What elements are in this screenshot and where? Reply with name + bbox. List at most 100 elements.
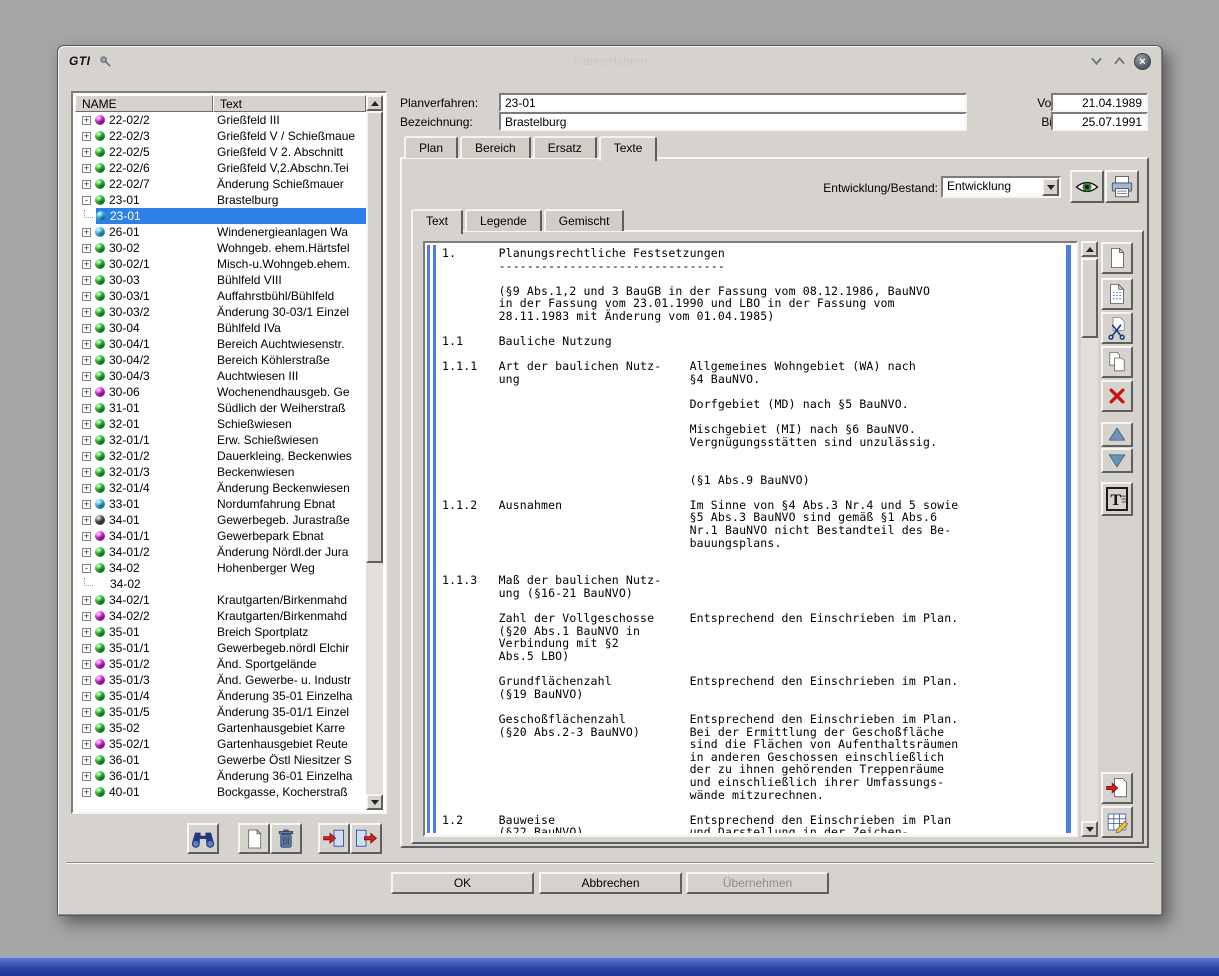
tree-item-30-03/2[interactable]: +30-03/2Änderung 30-03/1 Einzel [75,304,366,320]
tree-scroll-thumb[interactable] [366,111,383,563]
bezeichnung-input[interactable] [499,112,967,131]
roll-up-icon[interactable] [1111,54,1127,68]
tree-item-23-01[interactable]: 23-01 [75,208,366,224]
cut-button[interactable] [1101,312,1133,344]
expand-icon[interactable]: + [82,388,91,397]
tree-item-35-01[interactable]: +35-01Breich Sportplatz [75,624,366,640]
tree-item-32-01[interactable]: +32-01Schießwiesen [75,416,366,432]
tree-item-35-01/3[interactable]: +35-01/3Änd. Gewerbe- u. Industr [75,672,366,688]
expand-icon[interactable]: + [82,500,91,509]
expand-icon[interactable]: + [82,484,91,493]
expand-icon[interactable]: + [82,244,91,253]
expand-icon[interactable]: + [82,516,91,525]
tab-bereich[interactable]: Bereich [460,136,531,158]
collapse-icon[interactable]: - [82,196,91,205]
tree-item-32-01/4[interactable]: +32-01/4Änderung Beckenwiesen [75,480,366,496]
planverfahren-input[interactable] [499,93,967,112]
scroll-up-icon[interactable] [366,95,383,111]
print-button[interactable] [1105,170,1139,203]
collapse-icon[interactable]: - [82,564,91,573]
expand-icon[interactable]: + [82,660,91,669]
expand-icon[interactable]: + [82,468,91,477]
expand-icon[interactable]: + [82,404,91,413]
tree-scrollbar[interactable] [366,95,383,810]
tree-item-30-02[interactable]: +30-02Wohngeb. ehem.Härtsfel [75,240,366,256]
edit-table-button[interactable] [1101,806,1133,838]
tree-item-34-01/2[interactable]: +34-01/2Änderung Nördl.der Jura [75,544,366,560]
tree-item-35-01/1[interactable]: +35-01/1Gewerbegeb.nördl Elchir [75,640,366,656]
expand-icon[interactable]: + [82,324,91,333]
scroll-down-icon[interactable] [366,794,383,810]
expand-icon[interactable]: + [82,532,91,541]
tab-ersatz[interactable]: Ersatz [533,136,597,158]
expand-icon[interactable]: + [82,292,91,301]
expand-icon[interactable]: + [82,340,91,349]
tree-item-22-02/2[interactable]: +22-02/2Grießfeld III [75,112,366,128]
tree-item-34-01/1[interactable]: +34-01/1Gewerbepark Ebnat [75,528,366,544]
tree-item-30-03[interactable]: +30-03Bühlfeld VIII [75,272,366,288]
taskbar[interactable] [0,957,1219,976]
move-down-button[interactable] [1101,448,1133,473]
tree-item-30-06[interactable]: +30-06Wochenendhausgeb. Ge [75,384,366,400]
von-datum-input[interactable] [1051,93,1148,112]
subtab-text[interactable]: Text [411,209,463,234]
load-text-module-button[interactable] [1101,772,1133,804]
ok-button[interactable]: OK [391,872,534,894]
titlebar[interactable]: GTI Planverfahren × [61,49,1159,73]
roll-down-icon[interactable] [1088,54,1104,68]
expand-icon[interactable]: + [82,708,91,717]
expand-icon[interactable]: + [82,676,91,685]
tree-item-30-04/3[interactable]: +30-04/3Auchtwiesen III [75,368,366,384]
expand-icon[interactable]: + [82,548,91,557]
search-button[interactable] [187,823,219,854]
tree-header-name[interactable]: NAME [75,95,213,112]
new-text-button[interactable] [1101,242,1133,274]
tree-item-22-02/3[interactable]: +22-02/3Grießfeld V / Schießmaue [75,128,366,144]
expand-icon[interactable]: + [82,724,91,733]
text-editor[interactable]: 1. Planungsrechtliche Festsetzungen ----… [423,241,1078,837]
copy-button[interactable] [1101,346,1133,378]
preview-button[interactable] [1070,170,1104,203]
expand-icon[interactable]: + [82,756,91,765]
tree-item-35-01/4[interactable]: +35-01/4Änderung 35-01 Einzelha [75,688,366,704]
tab-plan[interactable]: Plan [404,136,458,158]
expand-icon[interactable]: + [82,356,91,365]
expand-icon[interactable]: + [82,788,91,797]
expand-icon[interactable]: + [82,276,91,285]
close-icon[interactable]: × [1134,53,1151,70]
tree-item-34-02[interactable]: 34-02 [75,576,366,592]
subtab-legende[interactable]: Legende [465,209,542,231]
tree-item-23-01[interactable]: -23-01Brastelburg [75,192,366,208]
expand-icon[interactable]: + [82,420,91,429]
tree-item-30-04/1[interactable]: +30-04/1Bereich Auchtwiesenstr. [75,336,366,352]
tree-item-22-02/7[interactable]: +22-02/7Änderung Schießmauer [75,176,366,192]
chevron-down-icon[interactable] [1042,178,1059,196]
tab-texte[interactable]: Texte [599,136,658,161]
delete-plan-button[interactable] [270,823,302,854]
export-plan-button[interactable] [350,823,382,854]
expand-icon[interactable]: + [82,596,91,605]
expand-icon[interactable]: + [82,644,91,653]
bis-datum-input[interactable] [1051,112,1148,131]
expand-icon[interactable]: + [82,180,91,189]
tree-item-30-04[interactable]: +30-04Bühlfeld IVa [75,320,366,336]
import-plan-button[interactable] [318,823,350,854]
tree-item-34-01[interactable]: +34-01Gewerbegeb. Jurastraße [75,512,366,528]
tree-item-34-02[interactable]: -34-02Hohenberger Weg [75,560,366,576]
tree-item-33-01[interactable]: +33-01Nordumfahrung Ebnat [75,496,366,512]
expand-icon[interactable]: + [82,228,91,237]
tree-item-30-04/2[interactable]: +30-04/2Bereich Köhlerstraße [75,352,366,368]
entwicklung-bestand-select[interactable]: Entwicklung [941,176,1061,198]
tree-item-32-01/2[interactable]: +32-01/2Dauerkleing. Beckenwies [75,448,366,464]
tree-item-31-01[interactable]: +31-01Südlich der Weiherstraß [75,400,366,416]
tree-item-22-02/5[interactable]: +22-02/5Grießfeld V 2. Abschnitt [75,144,366,160]
document-text[interactable]: 1. Planungsrechtliche Festsetzungen ----… [442,247,1060,833]
tree-item-32-01/3[interactable]: +32-01/3Beckenwiesen [75,464,366,480]
tree-item-36-01/1[interactable]: +36-01/1Änderung 36-01 Einzelha [75,768,366,784]
delete-text-button[interactable] [1101,380,1133,412]
apply-button[interactable]: Übernehmen [686,872,829,894]
expand-icon[interactable]: + [82,116,91,125]
expand-icon[interactable]: + [82,452,91,461]
cancel-button[interactable]: Abbrechen [539,872,682,894]
tree-item-35-01/2[interactable]: +35-01/2Änd. Sportgelände [75,656,366,672]
